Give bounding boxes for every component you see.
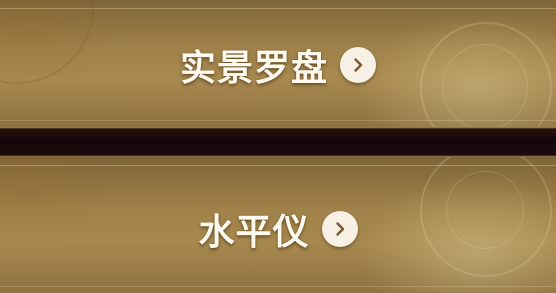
chevron-right-icon[interactable] <box>321 211 358 247</box>
level-meter-card[interactable]: 水平仪 <box>0 157 556 293</box>
real-scene-compass-card[interactable]: 实景罗盘 <box>0 0 556 127</box>
level-meter-label: 水平仪 <box>198 211 310 253</box>
real-scene-compass-label: 实景罗盘 <box>179 46 328 89</box>
tool-menu-screen: 实景罗盘 水平仪 <box>0 0 556 293</box>
chevron-right-icon[interactable] <box>340 46 376 83</box>
section-divider <box>0 127 556 157</box>
